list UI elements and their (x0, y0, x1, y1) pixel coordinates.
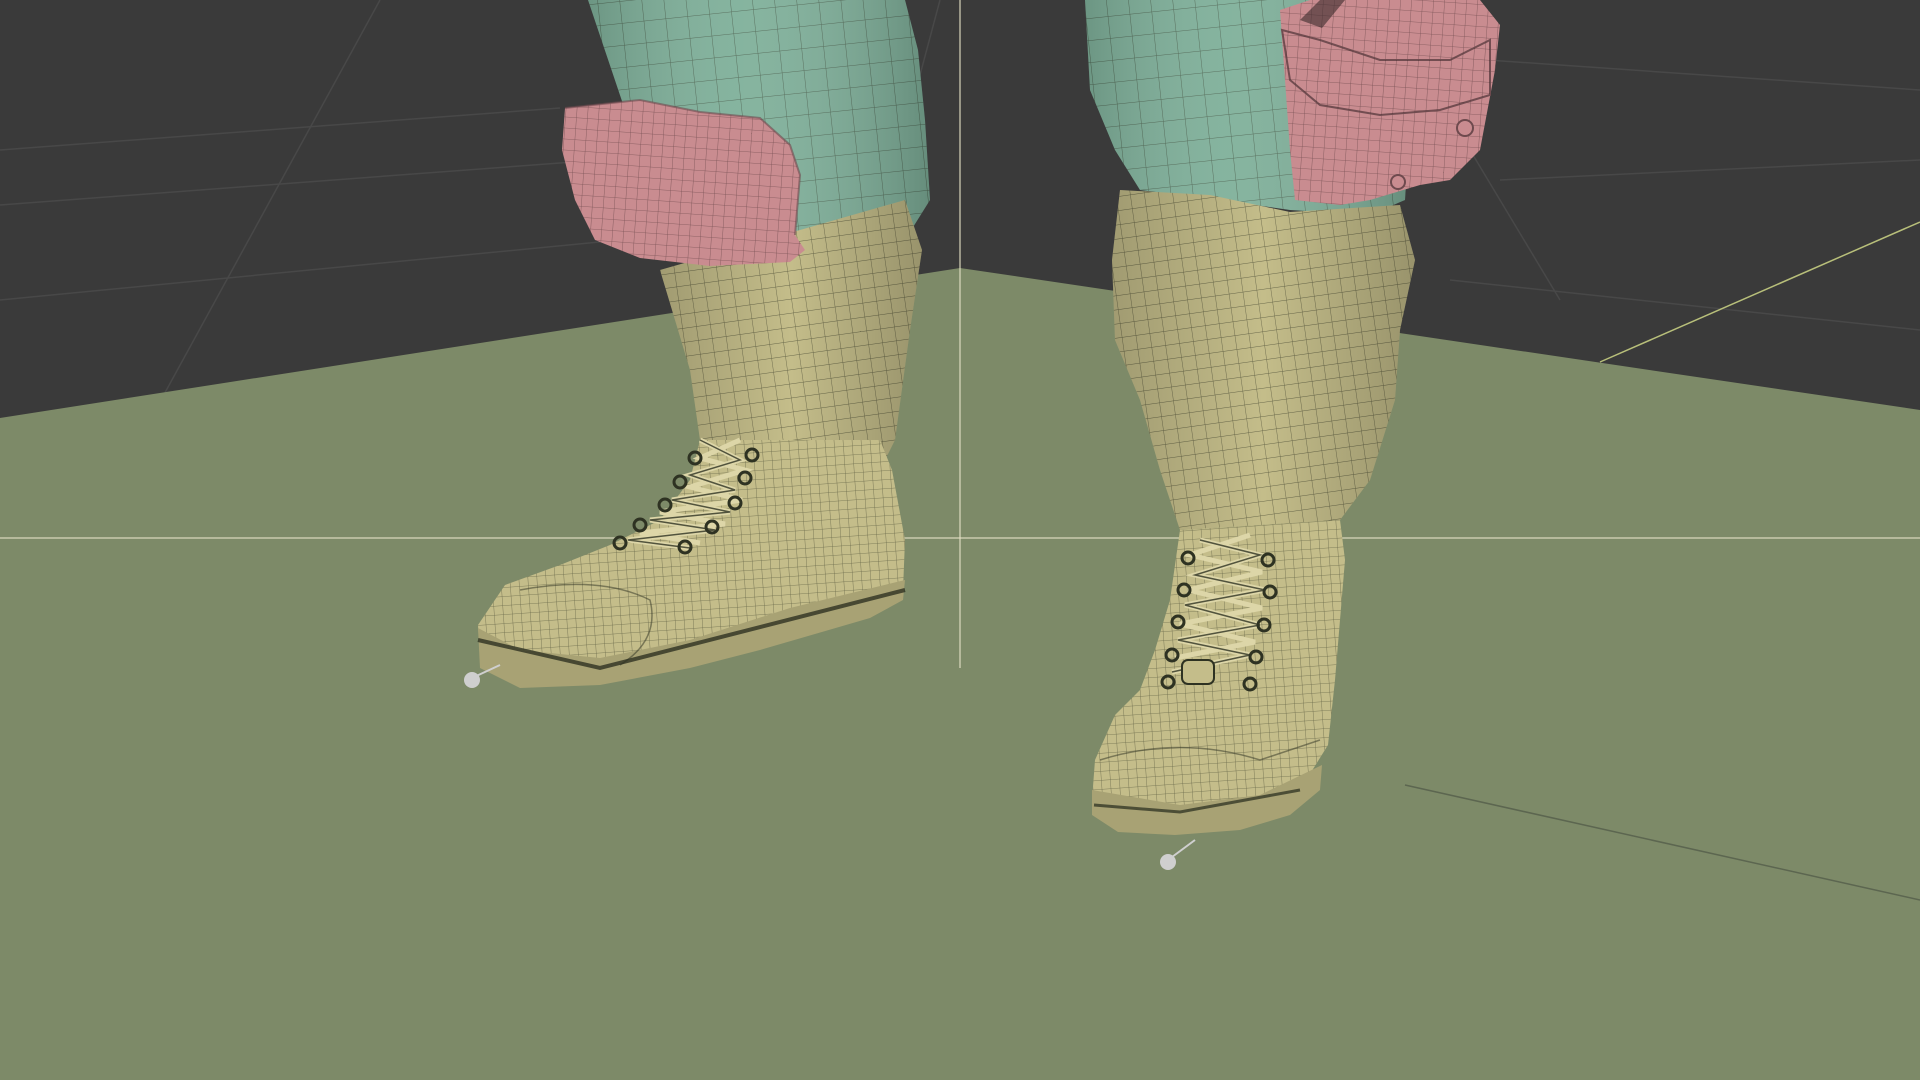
3d-viewport[interactable] (0, 0, 1920, 1080)
pocket-snap-button (1390, 174, 1406, 190)
pocket-snap-button (1456, 119, 1474, 137)
right-lace-knot (1181, 659, 1215, 685)
left-cuff[interactable] (562, 98, 805, 266)
